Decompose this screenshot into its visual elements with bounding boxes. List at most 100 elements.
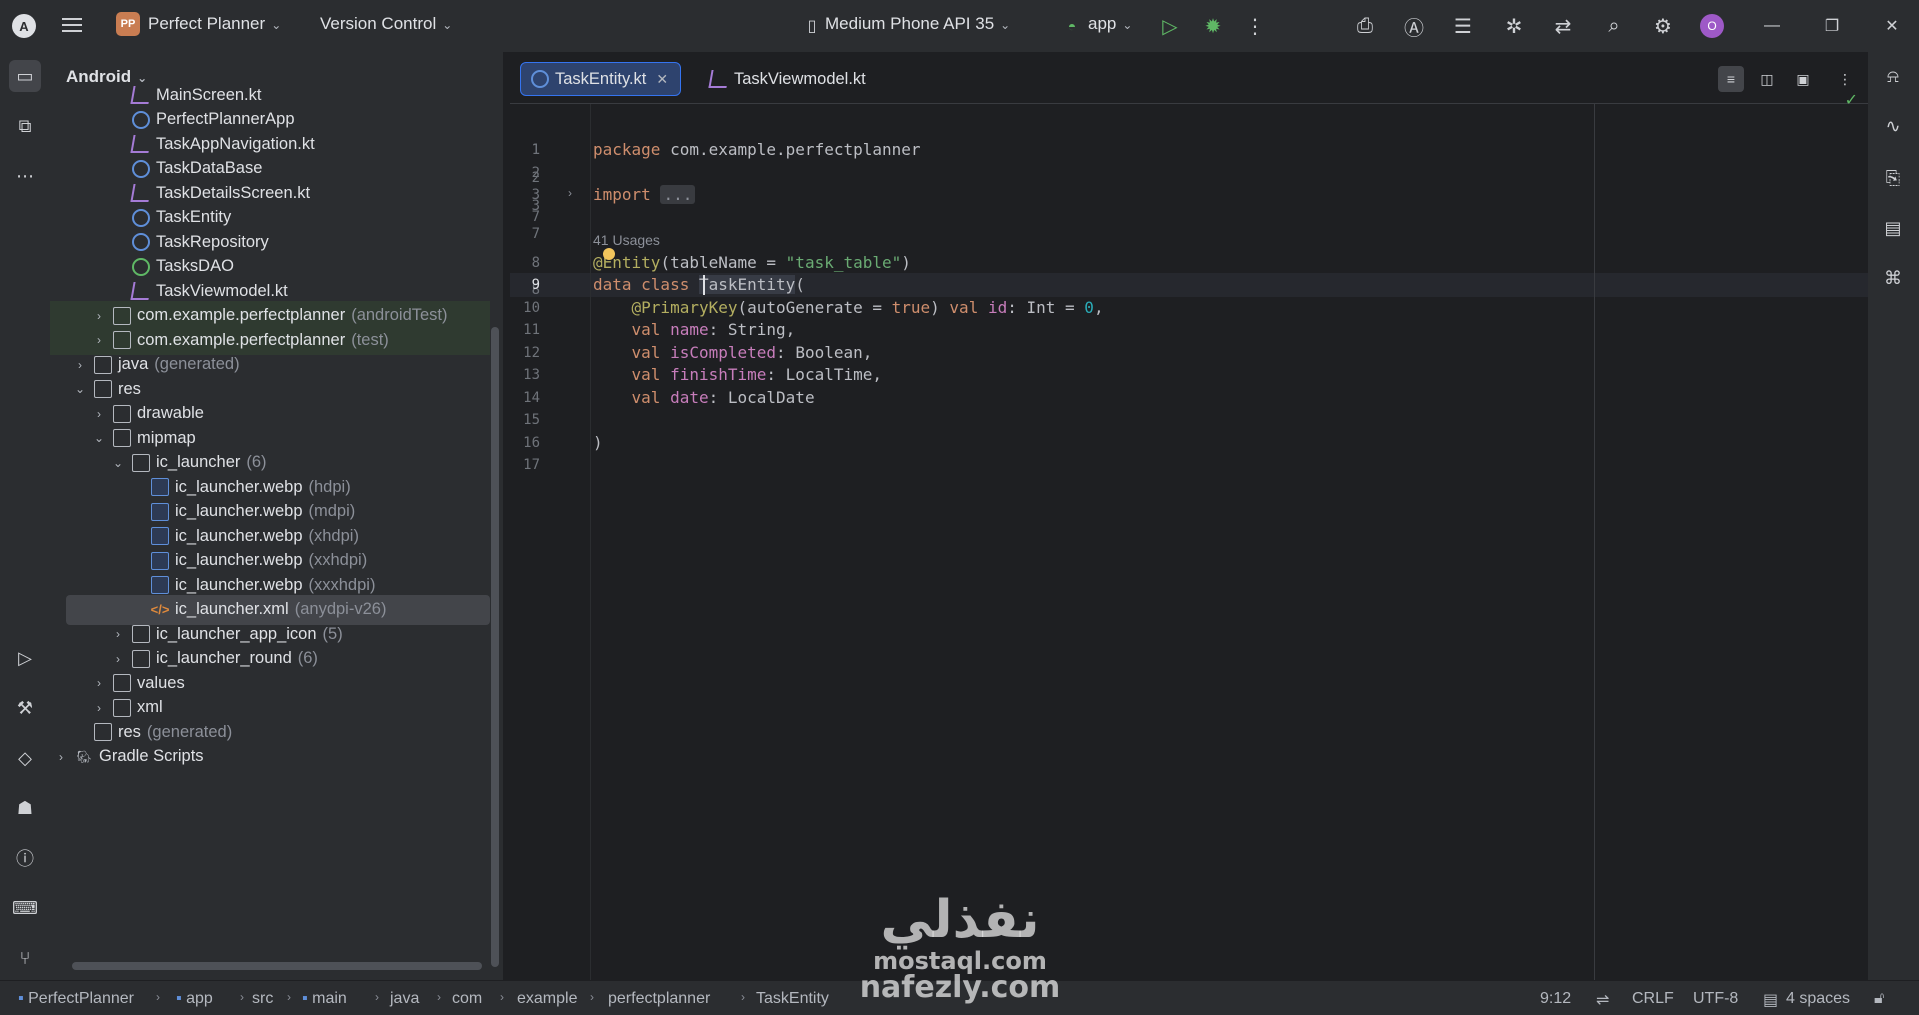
running-devices-icon[interactable]: ▤	[1877, 212, 1909, 244]
chevron-right-icon[interactable]: ›	[91, 701, 107, 715]
tree-item-label: TaskDataBase	[156, 159, 263, 177]
more-actions-icon[interactable]: ⋮	[1241, 12, 1269, 40]
split-view-icon[interactable]: ◫	[1754, 66, 1780, 92]
logcat-icon[interactable]: ☗	[9, 792, 41, 824]
breadcrumb-item[interactable]: example	[517, 990, 577, 1008]
fold-expand-icon[interactable]: ›	[568, 186, 572, 200]
problems-icon[interactable]: ⓘ	[9, 842, 41, 874]
chevron-right-icon[interactable]: ›	[91, 407, 107, 421]
diff-icon[interactable]: ⇌	[1596, 990, 1609, 1010]
line-number: 8	[531, 255, 540, 271]
terminal-icon[interactable]: ⌨	[9, 892, 41, 924]
no-problems-check-icon[interactable]: ✓	[1845, 90, 1858, 110]
code-line-10: @PrimaryKey(autoGenerate = true) val id:…	[631, 298, 1104, 317]
tab-label: TaskViewmodel.kt	[734, 69, 866, 88]
line-ending[interactable]: CRLF	[1632, 990, 1674, 1008]
xml-file-icon: </>	[150, 602, 170, 617]
cursor-position[interactable]: 9:12	[1540, 990, 1571, 1008]
run-tool-icon[interactable]: ▷	[9, 642, 41, 674]
close-tab-icon[interactable]: ✕	[656, 71, 668, 88]
code-line-14: val date: LocalDate	[631, 388, 815, 407]
version-control-menu[interactable]: Version Control ⌄	[320, 14, 452, 34]
gutter-divider	[590, 104, 591, 980]
tree-item-label: ic_launcher	[156, 453, 241, 471]
plugin-icon[interactable]: ✲	[1500, 12, 1528, 40]
breadcrumb-item[interactable]: ▪ PerfectPlanner	[18, 990, 134, 1008]
tree-item-label: MainScreen.kt	[156, 85, 262, 104]
debug-icon[interactable]: ✹	[1199, 12, 1227, 40]
code-view-icon[interactable]: ≡	[1718, 66, 1744, 92]
right-margin-guide	[1594, 104, 1595, 980]
watermark-mostaql: mostaql.com	[873, 947, 1047, 975]
gemini-chat-icon[interactable]: ⌘	[1877, 262, 1909, 294]
close-icon[interactable]: ✕	[1877, 12, 1907, 40]
notifications-icon[interactable]: ⍾	[1877, 60, 1909, 92]
breadcrumb-item[interactable]: src	[252, 990, 273, 1008]
settings-gear-icon[interactable]: ⚙	[1649, 12, 1677, 40]
breadcrumb-item[interactable]: java	[390, 990, 419, 1008]
tab-options-icon[interactable]: ⋮	[1832, 66, 1858, 92]
readonly-lock-icon[interactable]: 🔓︎	[1874, 990, 1884, 1008]
chevron-down-icon[interactable]: ⌄	[91, 431, 107, 445]
breadcrumb-separator-icon: ›	[741, 990, 745, 1004]
more-tools-icon[interactable]: ⋯	[9, 160, 41, 192]
gradle-sync-icon[interactable]: ⇄	[1549, 12, 1577, 40]
device-selector[interactable]: Medium Phone API 35 ⌄	[825, 14, 1010, 34]
tree-horizontal-scrollbar[interactable]	[72, 962, 482, 970]
file-encoding[interactable]: UTF-8	[1693, 990, 1738, 1008]
resource-manager-icon[interactable]: ⧉	[9, 110, 41, 142]
chevron-down-icon[interactable]: ⌄	[72, 382, 88, 396]
design-view-icon[interactable]: ▣	[1790, 66, 1816, 92]
chevron-right-icon[interactable]: ›	[91, 676, 107, 690]
tree-vertical-scrollbar[interactable]	[491, 327, 499, 967]
main-menu-icon[interactable]	[60, 14, 84, 38]
chevron-right-icon[interactable]: ›	[110, 652, 126, 666]
breadcrumb-item[interactable]: perfectplanner	[608, 990, 710, 1008]
app-quality-icon[interactable]: ◇	[9, 742, 41, 774]
tab-taskentity[interactable]: TaskEntity.kt ✕	[520, 62, 682, 96]
code-editor[interactable]: TaskEntity.kt ✕ TaskViewmodel.kt ≡ ◫ ▣ ⋮…	[510, 52, 1868, 980]
build-tool-icon[interactable]: ⚒	[9, 692, 41, 724]
intention-bulb-icon[interactable]	[603, 248, 615, 260]
tree-item[interactable]: › 🐘︎ Gradle Scripts	[50, 742, 490, 772]
image-file-icon	[151, 551, 169, 570]
breadcrumb-item[interactable]: com	[452, 990, 482, 1008]
device-manager-icon[interactable]: ⎙	[1351, 12, 1379, 40]
run-config-selector[interactable]: app ⌄	[1088, 14, 1132, 34]
chevron-right-icon[interactable]: ›	[110, 627, 126, 641]
chevron-right-icon[interactable]: ›	[91, 333, 107, 347]
usages-hint[interactable]: 41 Usages	[593, 232, 660, 248]
run-icon[interactable]: ▷	[1156, 12, 1184, 40]
chevron-down-icon[interactable]: ⌄	[110, 456, 126, 470]
android-studio-logo-icon[interactable]: A	[12, 14, 36, 38]
code-line-16: )	[593, 433, 603, 452]
tree-item-label: ic_launcher.webp	[175, 575, 303, 594]
breadcrumb-separator-icon: ›	[500, 990, 504, 1004]
tab-taskviewmodel[interactable]: TaskViewmodel.kt	[700, 62, 878, 96]
restore-icon[interactable]: ❐	[1817, 12, 1847, 40]
search-icon[interactable]: ⌕	[1600, 12, 1628, 40]
line-number-current: 9	[531, 277, 540, 293]
user-avatar[interactable]: O	[1700, 14, 1724, 38]
chevron-right-icon[interactable]: ›	[72, 358, 88, 372]
chevron-right-icon[interactable]: ›	[53, 750, 69, 764]
minimize-icon[interactable]: —	[1757, 12, 1787, 40]
breadcrumb-item[interactable]: ▪ app	[176, 990, 213, 1008]
line-number: 7	[531, 209, 540, 225]
git-icon[interactable]: ⑂	[9, 942, 41, 974]
sync-icon[interactable]: ☰	[1449, 12, 1477, 40]
chevron-right-icon[interactable]: ›	[91, 309, 107, 323]
breadcrumb-item[interactable]: TaskEntity	[756, 990, 829, 1008]
gradle-tool-icon[interactable]: ∿	[1877, 110, 1909, 142]
title-bar: A PP Perfect Planner ⌄ Version Control ⌄ ▯…	[0, 0, 1919, 52]
indent-setting[interactable]: 4 spaces	[1786, 990, 1850, 1008]
folded-imports[interactable]: ...	[660, 185, 696, 204]
run-config-label: app	[1088, 14, 1117, 33]
breadcrumb-separator-icon: ›	[375, 990, 379, 1004]
project-folder-icon[interactable]: ▭	[9, 60, 41, 92]
translate-icon[interactable]: Ⓐ	[1400, 12, 1428, 40]
project-selector[interactable]: Perfect Planner ⌄	[148, 14, 281, 34]
device-explorer-icon[interactable]: ⎘	[1877, 162, 1909, 194]
project-badge[interactable]: PP	[116, 12, 140, 36]
breadcrumb-item[interactable]: ▪ main	[302, 990, 347, 1008]
